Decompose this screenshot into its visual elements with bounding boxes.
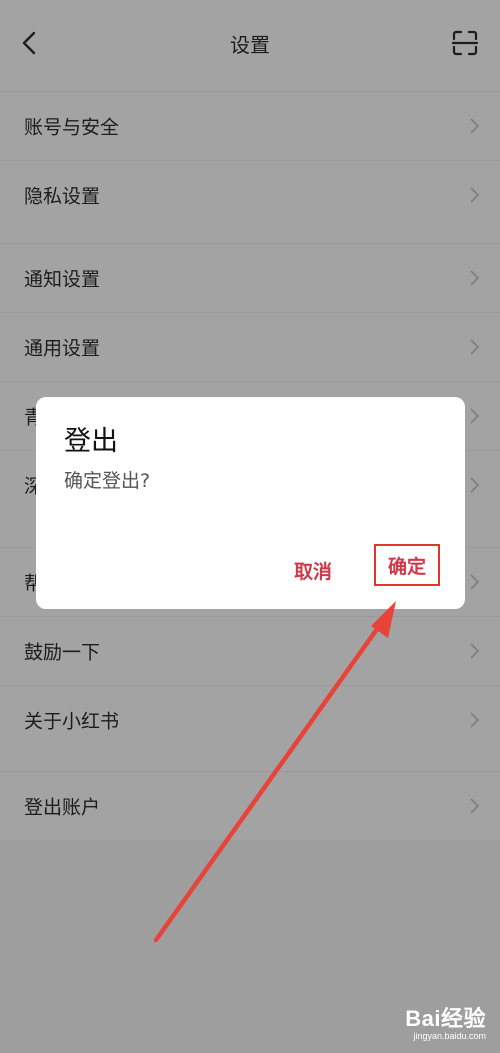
chevron-right-icon xyxy=(470,477,480,493)
settings-item-label: 关于小红书 xyxy=(24,710,120,733)
settings-item-label: 登出账户 xyxy=(24,796,101,819)
chevron-right-icon xyxy=(470,187,480,203)
settings-item-label: 通用设置 xyxy=(24,337,101,360)
settings-item-logout[interactable]: 登出账户 xyxy=(0,772,500,840)
top-bar: 设置 xyxy=(0,0,500,82)
chevron-right-icon xyxy=(470,270,480,286)
chevron-right-icon xyxy=(470,339,480,355)
settings-item-general[interactable]: 通用设置 xyxy=(0,313,500,382)
cancel-button[interactable]: 取消 xyxy=(294,557,332,584)
settings-item-account-security[interactable]: 账号与安全 xyxy=(0,92,500,161)
watermark: Bai经验 jingyan.baidu.com xyxy=(405,1001,486,1041)
chevron-right-icon xyxy=(470,408,480,424)
scan-icon[interactable] xyxy=(450,28,480,58)
settings-item-notifications[interactable]: 通知设置 xyxy=(0,244,500,313)
settings-item-label: 隐私设置 xyxy=(24,185,101,208)
settings-item-about[interactable]: 关于小红书 xyxy=(0,686,500,754)
chevron-right-icon xyxy=(470,574,480,590)
watermark-brand: Bai经验 xyxy=(405,1006,486,1031)
chevron-right-icon xyxy=(470,118,480,134)
confirm-button[interactable]: 确定 xyxy=(374,544,440,586)
settings-item-encourage[interactable]: 鼓励一下 xyxy=(0,617,500,686)
page-title: 设置 xyxy=(230,33,270,57)
settings-item-label: 鼓励一下 xyxy=(24,641,101,664)
confirm-button-label: 确定 xyxy=(387,555,426,578)
watermark-url: jingyan.baidu.com xyxy=(413,1031,486,1041)
chevron-right-icon xyxy=(470,798,480,814)
settings-item-label: 账号与安全 xyxy=(24,116,120,139)
settings-item-privacy[interactable]: 隐私设置 xyxy=(0,161,500,229)
chevron-right-icon xyxy=(470,643,480,659)
dialog-title: 登出 xyxy=(64,426,118,457)
dialog-message: 确定登出? xyxy=(64,470,151,492)
chevron-right-icon xyxy=(470,712,480,728)
settings-group-logout: 登出账户 xyxy=(0,771,500,840)
settings-group-account: 账号与安全 隐私设置 xyxy=(0,91,500,229)
settings-item-label: 通知设置 xyxy=(24,268,101,291)
logout-dialog: 登出 确定登出? 取消 确定 xyxy=(36,397,465,609)
